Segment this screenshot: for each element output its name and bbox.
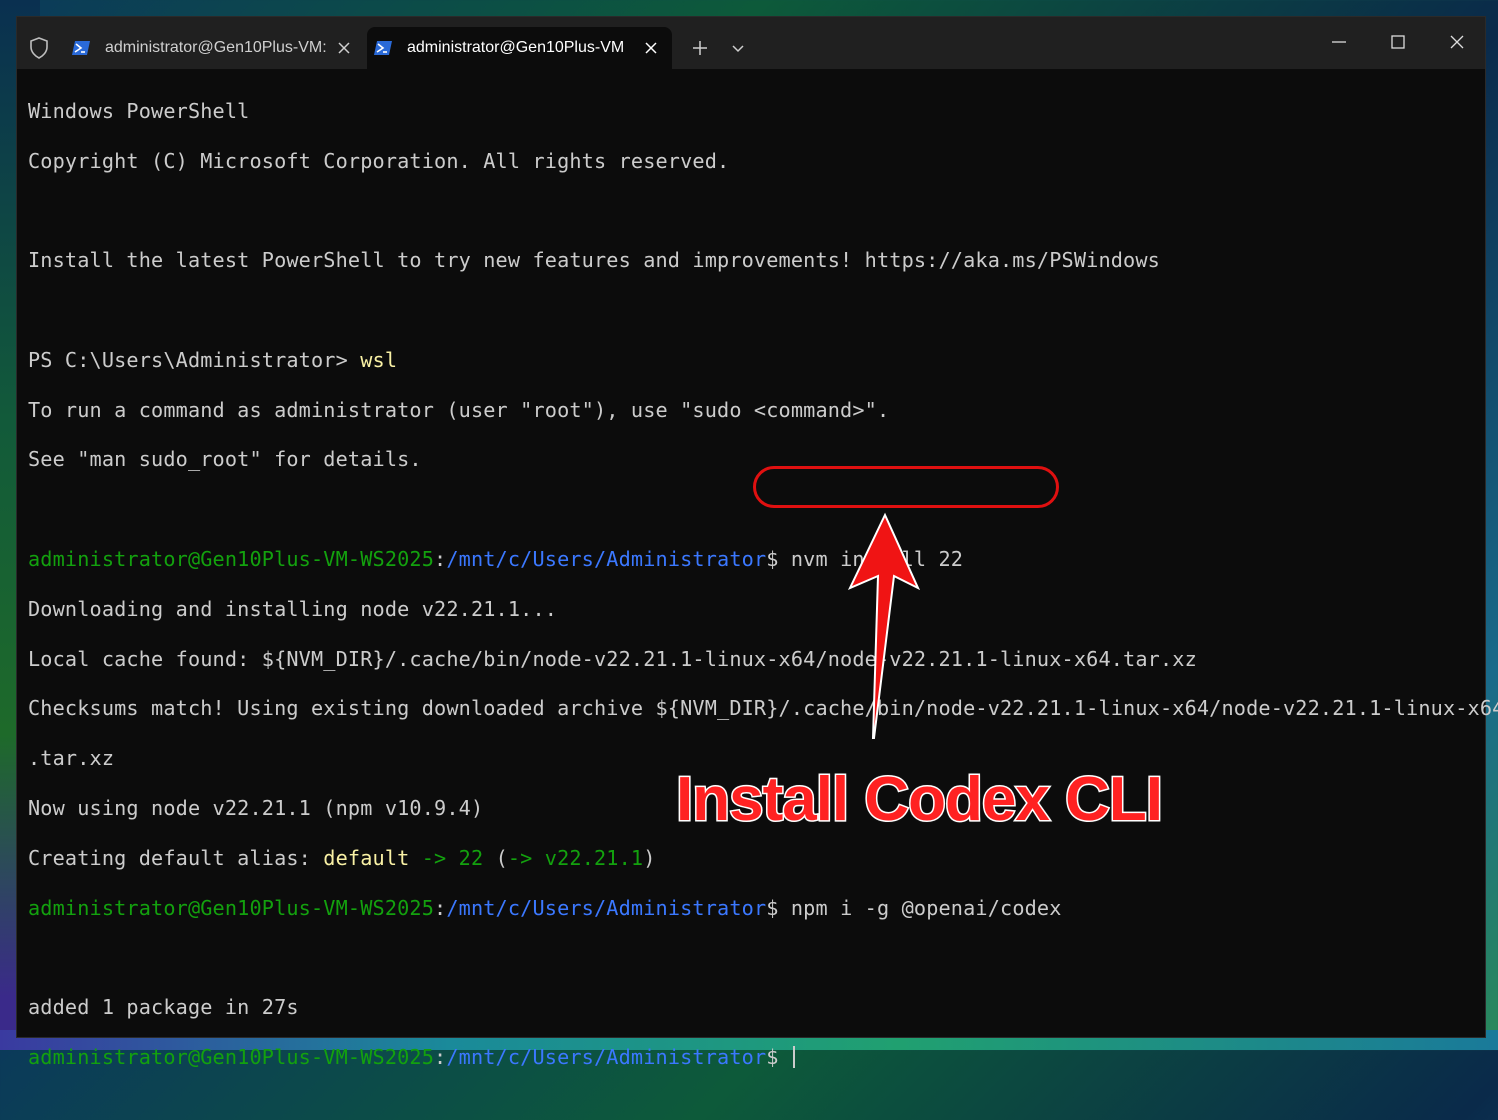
terminal-line: Copyright (C) Microsoft Corporation. All… bbox=[28, 149, 1478, 174]
tab-inactive[interactable]: administrator@Gen10Plus-VM: bbox=[65, 27, 365, 69]
prompt-dollar: $ bbox=[766, 547, 791, 572]
tab-title: administrator@Gen10Plus-VM: bbox=[105, 39, 327, 56]
terminal-line: To run a command as administrator (user … bbox=[28, 398, 1478, 423]
terminal-line: Checksums match! Using existing download… bbox=[28, 696, 1498, 721]
alias-version: v22.21.1 bbox=[532, 845, 644, 870]
command-text: wsl bbox=[360, 347, 398, 372]
chevron-down-icon[interactable] bbox=[731, 41, 745, 55]
terminal-text: ( bbox=[483, 845, 508, 870]
terminal-text: Creating default alias: bbox=[28, 845, 324, 870]
close-icon[interactable] bbox=[1448, 33, 1466, 51]
terminal-line: Creating default alias: default -> 22 (-… bbox=[28, 846, 1478, 871]
prompt-dollar: $ bbox=[766, 1045, 791, 1070]
alias-target: 22 bbox=[458, 845, 484, 870]
terminal-line: Downloading and installing node v22.21.1… bbox=[28, 597, 1478, 622]
prompt-sep: : bbox=[434, 1045, 447, 1070]
terminal-line: Windows PowerShell bbox=[28, 99, 1478, 124]
close-tab-icon[interactable] bbox=[335, 39, 353, 57]
minimize-icon[interactable] bbox=[1330, 33, 1348, 51]
terminal-text: .tar.xz bbox=[28, 746, 115, 771]
maximize-icon[interactable] bbox=[1389, 33, 1407, 51]
alias-arrow: -> bbox=[409, 845, 459, 870]
command-text: npm i -g @openai/codex bbox=[790, 895, 1062, 920]
annotation-caption: Install Codex CLI bbox=[675, 764, 1165, 836]
prompt-path: /mnt/c/Users/Administrator bbox=[446, 895, 767, 920]
terminal-text: added 1 package in 27s bbox=[28, 995, 299, 1020]
prompt-path: /mnt/c/Users/Administrator bbox=[446, 547, 767, 572]
text-cursor bbox=[792, 1046, 795, 1069]
terminal-line: added 1 package in 27s bbox=[28, 995, 1478, 1020]
terminal-text: To run a command as administrator (user … bbox=[28, 397, 890, 422]
terminal-text: Install the latest PowerShell to try new… bbox=[28, 248, 1160, 273]
prompt-user: administrator@Gen10Plus-VM-WS2025 bbox=[28, 1045, 435, 1070]
alias-name: default bbox=[323, 845, 410, 870]
terminal-line: administrator@Gen10Plus-VM-WS2025:/mnt/c… bbox=[28, 547, 1478, 572]
plus-icon[interactable] bbox=[691, 39, 709, 57]
terminal-text: Windows PowerShell bbox=[28, 98, 250, 123]
terminal-line: See "man sudo_root" for details. bbox=[28, 447, 1478, 472]
terminal-text: ) bbox=[643, 845, 656, 870]
prompt-user: administrator@Gen10Plus-VM-WS2025 bbox=[28, 895, 435, 920]
shield-icon bbox=[30, 37, 48, 59]
prompt-dollar: $ bbox=[766, 895, 791, 920]
tab-active[interactable]: administrator@Gen10Plus-VM bbox=[367, 27, 672, 69]
terminal-text: Downloading and installing node v22.21.1… bbox=[28, 596, 558, 621]
powershell-icon bbox=[72, 41, 90, 55]
close-tab-icon[interactable] bbox=[642, 39, 660, 57]
ps-prompt: PS C:\Users\Administrator> bbox=[28, 347, 361, 372]
title-bar: administrator@Gen10Plus-VM: administrato… bbox=[17, 17, 1485, 69]
terminal-line: administrator@Gen10Plus-VM-WS2025:/mnt/c… bbox=[28, 896, 1478, 921]
tab-title: administrator@Gen10Plus-VM bbox=[407, 39, 625, 56]
prompt-sep: : bbox=[434, 547, 447, 572]
prompt-path: /mnt/c/Users/Administrator bbox=[446, 1045, 767, 1070]
arrow-up-icon bbox=[847, 512, 921, 739]
terminal-text: Checksums match! Using existing download… bbox=[28, 696, 1498, 721]
highlight-ring bbox=[753, 466, 1059, 508]
terminal-output[interactable]: Windows PowerShell Copyright (C) Microso… bbox=[28, 74, 1498, 1069]
powershell-icon bbox=[374, 41, 392, 55]
terminal-line: Install the latest PowerShell to try new… bbox=[28, 248, 1478, 273]
terminal-line: PS C:\Users\Administrator> wsl bbox=[28, 348, 1478, 373]
alias-arrow: -> bbox=[507, 845, 533, 870]
prompt-user: administrator@Gen10Plus-VM-WS2025 bbox=[28, 547, 435, 572]
terminal-text: Now using node v22.21.1 (npm v10.9.4) bbox=[28, 796, 484, 821]
terminal-text: Local cache found: ${NVM_DIR}/.cache/bin… bbox=[28, 646, 1197, 671]
terminal-text: See "man sudo_root" for details. bbox=[28, 447, 422, 472]
terminal-window: administrator@Gen10Plus-VM: administrato… bbox=[16, 16, 1498, 1069]
terminal-text: Copyright (C) Microsoft Corporation. All… bbox=[28, 148, 730, 173]
terminal-line: Local cache found: ${NVM_DIR}/.cache/bin… bbox=[28, 647, 1478, 672]
terminal-line: administrator@Gen10Plus-VM-WS2025:/mnt/c… bbox=[28, 1045, 1478, 1070]
prompt-sep: : bbox=[434, 895, 447, 920]
